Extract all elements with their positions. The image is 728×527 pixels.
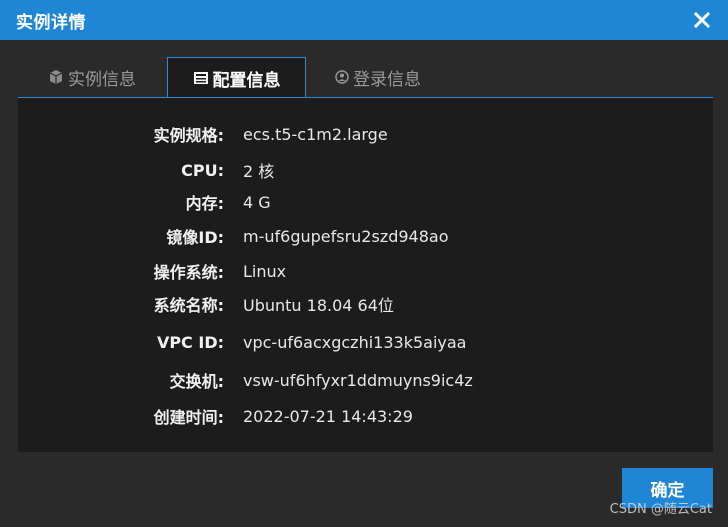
watermark: CSDN @随云Cat [609,502,712,517]
cube-icon [48,69,64,85]
detail-row-vpc-id: VPC ID: vpc-uf6acxgczhi133k5aiyaa [18,330,713,354]
detail-label: 交换机: [169,372,224,391]
config-panel: 实例规格: ecs.t5-c1m2.large CPU: 2 核 内存: 4 G… [18,97,713,452]
detail-row-created-time: 创建时间: 2022-07-21 14:43:29 [18,404,713,428]
detail-label: VPC ID: [156,332,224,352]
detail-row-os: 操作系统: Linux [18,259,713,283]
detail-label: 实例规格: [153,126,224,145]
detail-row-cpu: CPU: 2 核 [18,158,713,182]
tab-bar: 实例信息 配置信息 登录信息 [18,57,713,98]
tab-instance-info[interactable]: 实例信息 [18,57,166,97]
user-icon [335,70,349,84]
detail-label: 系统名称: [153,296,224,315]
detail-value: Ubuntu 18.04 64位 [243,296,394,315]
tab-config-info-label: 配置信息 [212,70,281,91]
detail-row-vswitch: 交换机: vsw-uf6hfyxr1ddmuyns9ic4z [18,368,713,392]
detail-row-spec: 实例规格: ecs.t5-c1m2.large [18,122,713,146]
detail-value: ecs.t5-c1m2.large [243,124,388,144]
detail-value: m-uf6gupefsru2szd948ao [243,226,449,246]
detail-value: vpc-uf6acxgczhi133k5aiyaa [243,332,467,352]
detail-value: 2 核 [243,162,275,181]
dialog-title: 实例详情 [16,12,86,33]
detail-row-os-name: 系统名称: Ubuntu 18.04 64位 [18,292,713,316]
detail-row-memory: 内存: 4 G [18,190,713,214]
tab-login-info[interactable]: 登录信息 [318,57,438,97]
detail-value: 4 G [243,192,271,212]
detail-value: 2022-07-21 14:43:29 [243,406,413,426]
detail-label: 创建时间: [153,408,224,427]
detail-value: vsw-uf6hfyxr1ddmuyns9ic4z [243,370,473,390]
detail-label: CPU: [181,160,224,180]
detail-value: Linux [243,261,287,281]
tab-instance-info-label: 实例信息 [68,69,136,90]
tab-config-info[interactable]: 配置信息 [167,57,306,98]
detail-label: 操作系统: [153,263,224,282]
detail-label: 镜像ID: [166,228,224,247]
close-icon[interactable] [692,10,712,30]
detail-row-image-id: 镜像ID: m-uf6gupefsru2szd948ao [18,224,713,248]
config-icon [193,70,209,86]
tab-login-info-label: 登录信息 [353,69,421,90]
dialog-titlebar: 实例详情 [0,0,728,40]
detail-label: 内存: [185,194,224,213]
